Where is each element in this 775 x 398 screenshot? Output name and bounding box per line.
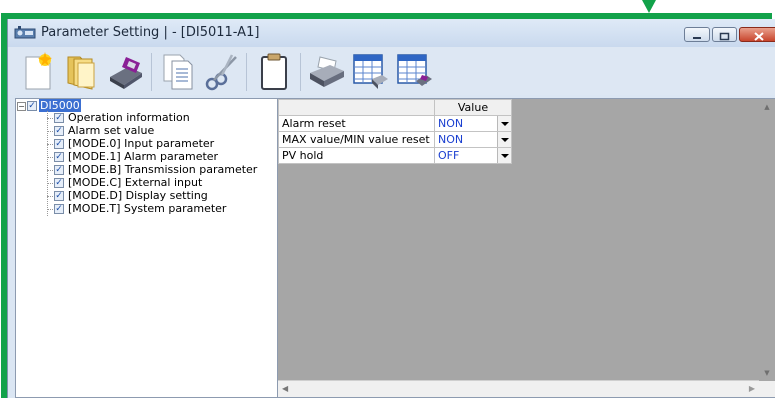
close-button[interactable] (739, 27, 775, 42)
scroll-up-icon[interactable]: ▲ (759, 99, 775, 115)
checkbox-icon[interactable]: ✓ (54, 165, 64, 175)
parameter-value: OFF (438, 149, 460, 162)
scrollbar-corner (759, 381, 775, 397)
tree-connector (47, 157, 53, 158)
checkbox-icon[interactable]: ✓ (54, 139, 64, 149)
minimize-icon (693, 37, 701, 39)
toolbar-separator (151, 53, 152, 91)
new-file-button[interactable] (18, 51, 58, 91)
scroll-left-icon[interactable]: ◀ (282, 381, 288, 397)
checkbox-icon[interactable]: ✓ (27, 101, 37, 111)
toolbar-separator (246, 53, 247, 91)
checkbox-icon[interactable]: ✓ (54, 152, 64, 162)
close-icon (754, 32, 764, 41)
tree-connector (47, 118, 53, 119)
parameter-setting-window: Parameter Setting | - [DI5011-A1] − ✓ DI… (7, 19, 775, 398)
dropdown-arrow-icon[interactable] (497, 148, 511, 163)
table-row: PV hold OFF (278, 147, 512, 164)
tree-item-label: [MODE.C] External input (68, 176, 203, 189)
tree-connector (47, 111, 48, 216)
toolbar-separator (300, 53, 301, 91)
checkbox-icon[interactable]: ✓ (54, 113, 64, 123)
table-row: Alarm reset NON (278, 115, 512, 132)
parameter-value: NON (438, 117, 464, 130)
printer-button[interactable] (306, 51, 346, 91)
parameter-tree[interactable]: − ✓ DI5000 ✓ Operation information ✓ Ala… (15, 98, 278, 398)
save-disk-button[interactable] (106, 51, 146, 91)
tree-connector (47, 196, 53, 197)
tree-item-label: [MODE.D] Display setting (68, 189, 208, 202)
checkbox-icon[interactable]: ✓ (54, 204, 64, 214)
parameter-name: MAX value/MIN value reset (278, 131, 435, 148)
vertical-scrollbar[interactable]: ▲ ▼ (759, 99, 775, 381)
scissors-button[interactable] (202, 51, 242, 91)
write-device-button[interactable] (394, 51, 434, 91)
maximize-icon (719, 32, 730, 41)
parameter-name: PV hold (278, 147, 435, 164)
parameter-name: Alarm reset (278, 115, 435, 132)
parameter-value-select[interactable]: OFF (434, 147, 512, 164)
table-row: MAX value/MIN value reset NON (278, 131, 512, 148)
tree-item-label: [MODE.1] Alarm parameter (68, 150, 219, 163)
scroll-right-icon[interactable]: ▶ (749, 381, 755, 397)
value-column-header: Value (434, 99, 512, 116)
parameter-grid: Value Alarm reset NON MAX value/MIN valu… (277, 98, 775, 398)
read-device-button[interactable] (350, 51, 390, 91)
clipboard-button[interactable] (254, 51, 294, 91)
tree-item-label: Alarm set value (68, 124, 155, 137)
tree-item-label: [MODE.B] Transmission parameter (68, 163, 258, 176)
maximize-button[interactable] (712, 27, 737, 42)
collapse-icon[interactable]: − (17, 102, 26, 111)
tree-item-label: [MODE.0] Input parameter (68, 137, 215, 150)
parameter-value-select[interactable]: NON (434, 115, 512, 132)
minimize-button[interactable] (684, 27, 710, 42)
title-bar[interactable]: Parameter Setting | - [DI5011-A1] (8, 19, 775, 47)
tree-connector (47, 144, 53, 145)
horizontal-scrollbar[interactable]: ◀ ▶ (278, 380, 759, 397)
checkbox-icon[interactable]: ✓ (54, 126, 64, 136)
checkbox-icon[interactable]: ✓ (54, 178, 64, 188)
checkbox-icon[interactable]: ✓ (54, 191, 64, 201)
tree-connector (47, 131, 53, 132)
parameter-value-select[interactable]: NON (434, 131, 512, 148)
tree-connector (47, 209, 53, 210)
tree-item-label: Operation information (68, 111, 190, 124)
toolbar (8, 47, 775, 95)
scroll-down-icon[interactable]: ▼ (759, 365, 775, 381)
pointer-arrow-icon (642, 0, 656, 13)
dropdown-arrow-icon[interactable] (497, 132, 511, 147)
window-title: Parameter Setting | - [DI5011-A1] (41, 25, 260, 40)
dropdown-arrow-icon[interactable] (497, 116, 511, 131)
app-icon (14, 26, 36, 39)
parameter-table: Value Alarm reset NON MAX value/MIN valu… (278, 99, 512, 164)
header-corner (278, 99, 435, 116)
copy-document-button[interactable] (158, 51, 198, 91)
tree-item-label: [MODE.T] System parameter (68, 202, 227, 215)
open-folder-button[interactable] (62, 51, 102, 91)
parameter-value: NON (438, 133, 464, 146)
tree-connector (47, 183, 53, 184)
tree-connector (47, 170, 53, 171)
